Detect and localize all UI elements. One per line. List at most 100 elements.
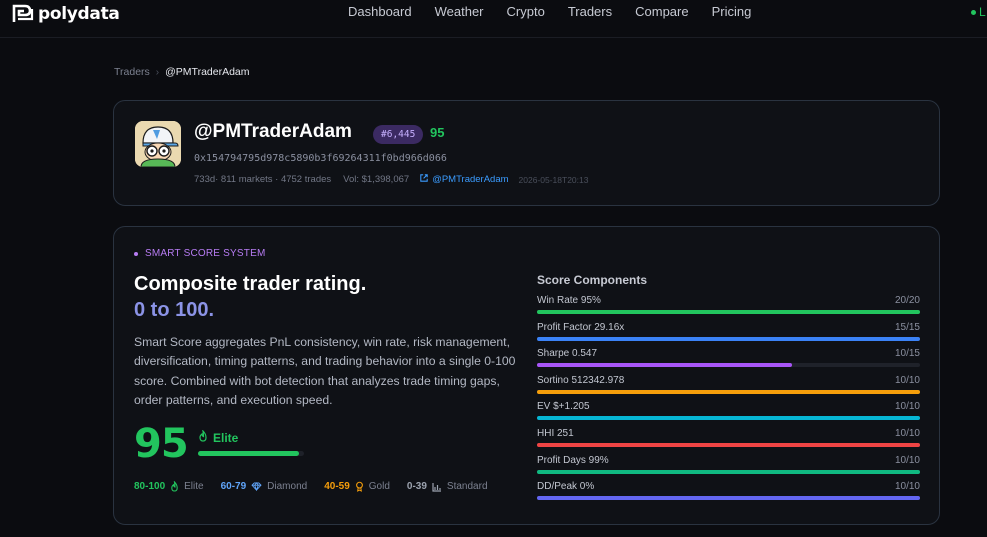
smart-score-card: SMART SCORE SYSTEM Composite trader rati… [113, 226, 940, 525]
external-link-label: @PMTraderAdam [432, 174, 509, 185]
component-value: 10/10 [894, 454, 920, 466]
breadcrumb: Traders › @PMTraderAdam [114, 66, 250, 78]
component-value: 10/15 [894, 348, 920, 360]
top-nav: polydata Dashboard Weather Crypto Trader… [0, 0, 987, 38]
rank-badge: #6,445 [373, 125, 424, 144]
tier-legend: 80-100 Elite 60-79 Diamond 40-59 Gold 0-39 Stan… [134, 481, 505, 492]
diamond-icon [251, 482, 262, 491]
score-progress-fill [198, 451, 299, 456]
tag-dot-icon [134, 251, 138, 256]
component-bar-track [537, 389, 920, 394]
components-list: Win Rate 95% 20/20 Profit Factor 29.16x 15/… [537, 295, 920, 508]
tier-range: 60-79 [220, 481, 247, 492]
component-label: Sortino 512342.978 [537, 374, 625, 386]
component-bar-track [537, 442, 920, 447]
component-bar-track [537, 496, 920, 501]
component-bar-track [537, 469, 920, 474]
nav-link-weather[interactable]: Weather [435, 4, 484, 19]
medal-icon [355, 481, 364, 492]
tier-name: Elite [184, 481, 204, 492]
trader-profile-card: @PMTraderAdam #6,445 95 0x154794795d978c… [113, 100, 940, 206]
score-headline: Composite trader rating. [134, 273, 367, 295]
component-value: 20/20 [894, 295, 920, 306]
component-row: EV $+1.205 10/10 [537, 401, 920, 428]
component-bar-track [537, 336, 920, 341]
tier-name: Standard [446, 481, 488, 492]
component-bar-fill [537, 442, 920, 447]
smart-score-tag-label: SMART SCORE SYSTEM [145, 248, 266, 259]
nav-link-compare[interactable]: Compare [635, 4, 688, 19]
flame-icon [170, 481, 179, 492]
component-value: 15/15 [894, 321, 920, 333]
tier-standard: 0-39 Standard [407, 481, 488, 492]
trader-handle: @PMTraderAdam [194, 121, 352, 142]
brand-logo[interactable]: polydata [12, 3, 120, 25]
flame-icon [198, 429, 208, 445]
component-bar-fill [537, 496, 920, 501]
tier-elite: 80-100 Elite [134, 481, 204, 492]
component-row: Profit Factor 29.16x 15/15 [537, 322, 920, 349]
age-markets: 733d· 811 markets [194, 174, 273, 185]
bar-chart-icon [432, 482, 442, 492]
component-value: 10/10 [894, 481, 920, 493]
component-label: DD/Peak 0% [537, 481, 595, 493]
tier-name: Diamond [267, 481, 308, 492]
component-label: EV $+1.205 [537, 401, 590, 413]
score-progress-bar [198, 451, 304, 456]
component-bar-track [537, 416, 920, 421]
component-bar-fill [537, 310, 920, 314]
component-bar-fill [537, 469, 920, 474]
component-value: 10/10 [894, 427, 920, 439]
tier-label: Elite [198, 429, 239, 445]
component-row: HHI 251 10/10 [537, 428, 920, 455]
component-value: 10/10 [894, 374, 920, 386]
breadcrumb-separator: › [155, 66, 160, 78]
breadcrumb-traders-link[interactable]: Traders [114, 66, 150, 78]
component-bar-fill [537, 416, 920, 421]
wallet-address[interactable]: 0x154794795d978c5890b3f69264311f0bd966d0… [194, 153, 447, 164]
tier-gold: 40-59 Gold [324, 481, 390, 492]
volume: Vol: $1,398,067 [343, 174, 410, 185]
component-bar-track [537, 363, 920, 368]
component-label: Win Rate 95% [537, 295, 601, 306]
component-row: Profit Days 99% 10/10 [537, 455, 920, 482]
live-status: L [971, 5, 986, 19]
component-row: Sharpe 0.547 10/15 [537, 348, 920, 375]
external-link-icon [420, 174, 428, 185]
tier-diamond: 60-79 Diamond [221, 481, 308, 492]
smart-score-tag: SMART SCORE SYSTEM [134, 248, 265, 259]
tier-name: Gold [368, 481, 390, 492]
score-description: Smart Score aggregates PnL consistency, … [134, 335, 516, 407]
component-label: Sharpe 0.547 [537, 348, 598, 360]
nav-link-dashboard[interactable]: Dashboard [348, 4, 412, 19]
component-label: Profit Days 99% [537, 454, 609, 466]
component-bar-fill [537, 389, 920, 394]
big-score-value: 95 [134, 421, 189, 467]
component-label: Profit Factor 29.16x [537, 321, 625, 333]
tier-range: 40-59 [324, 481, 350, 492]
nav-links: Dashboard Weather Crypto Traders Compare… [348, 4, 751, 19]
components-title: Score Components [537, 273, 648, 287]
component-label: HHI 251 [537, 427, 574, 439]
component-value: 10/10 [894, 401, 920, 413]
score-components: Score Components Win Rate 95% 20/20 Profit… [537, 273, 920, 508]
component-bar-fill [537, 363, 793, 368]
trade-count: · 4752 trades [275, 174, 332, 185]
nav-link-crypto[interactable]: Crypto [507, 4, 545, 19]
score-subheadline: 0 to 100. [134, 299, 215, 321]
tier-range: 80-100 [134, 481, 166, 492]
trader-score: 95 [430, 125, 445, 140]
component-bar-fill [537, 336, 920, 341]
updated-timestamp: 2026-05-18T20:13 [518, 174, 589, 185]
tier-label-text: Elite [213, 430, 239, 445]
trader-meta: 733d· 811 markets · 4752 trades Vol: $1,… [194, 174, 588, 185]
external-profile-link[interactable]: @PMTraderAdam [420, 174, 509, 185]
nav-link-pricing[interactable]: Pricing [712, 4, 752, 19]
component-row: Sortino 512342.978 10/10 [537, 375, 920, 402]
component-row: Win Rate 95% 20/20 [537, 295, 920, 322]
avatar [135, 121, 181, 167]
breadcrumb-current: @PMTraderAdam [165, 66, 250, 78]
live-dot-icon [971, 10, 976, 16]
nav-link-traders[interactable]: Traders [568, 4, 612, 19]
component-row: DD/Peak 0% 10/10 [537, 481, 920, 508]
